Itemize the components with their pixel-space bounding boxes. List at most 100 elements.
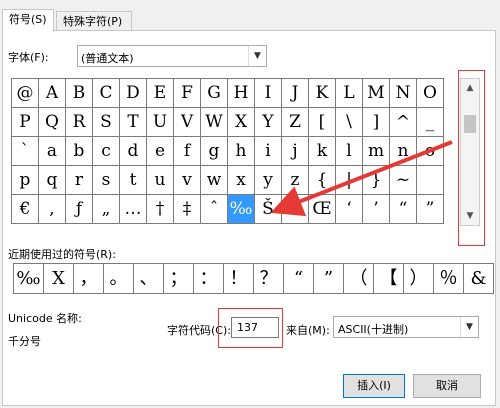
- symbol-cell[interactable]: Š: [255, 195, 282, 224]
- symbol-cell[interactable]: ‘: [336, 195, 363, 224]
- symbol-cell[interactable]: ,: [39, 195, 66, 224]
- symbol-cell[interactable]: W: [201, 108, 228, 137]
- symbol-cell[interactable]: Y: [255, 108, 282, 137]
- symbol-cell[interactable]: ]: [363, 108, 390, 137]
- symbol-cell[interactable]: u: [147, 166, 174, 195]
- symbol-cell[interactable]: i: [255, 137, 282, 166]
- recent-symbol-cell[interactable]: “: [284, 264, 314, 294]
- symbol-cell[interactable]: \: [336, 108, 363, 137]
- symbol-cell[interactable]: k: [309, 137, 336, 166]
- symbol-cell[interactable]: s: [93, 166, 120, 195]
- symbol-cell[interactable]: @: [12, 79, 39, 108]
- symbol-cell[interactable]: }: [363, 166, 390, 195]
- symbol-cell[interactable]: g: [201, 137, 228, 166]
- symbol-cell[interactable]: [: [309, 108, 336, 137]
- recent-symbol-cell[interactable]: 、: [134, 264, 164, 294]
- symbol-cell[interactable]: Z: [282, 108, 309, 137]
- symbol-cell[interactable]: j: [282, 137, 309, 166]
- symbol-cell[interactable]: n: [390, 137, 417, 166]
- symbol-cell[interactable]: `: [12, 137, 39, 166]
- symbol-cell[interactable]: d: [120, 137, 147, 166]
- symbol-cell[interactable]: f: [174, 137, 201, 166]
- insert-button[interactable]: 插入(I): [343, 374, 405, 398]
- recent-symbol-cell[interactable]: ！: [224, 264, 254, 294]
- symbol-cell[interactable]: „: [93, 195, 120, 224]
- recent-symbol-cell[interactable]: ％: [434, 264, 464, 294]
- symbol-cell[interactable]: D: [120, 79, 147, 108]
- symbol-cell[interactable]: R: [66, 108, 93, 137]
- symbol-cell[interactable]: P: [12, 108, 39, 137]
- symbol-cell[interactable]: ~: [390, 166, 417, 195]
- symbol-cell[interactable]: r: [66, 166, 93, 195]
- symbol-cell[interactable]: y: [255, 166, 282, 195]
- symbol-cell[interactable]: ‹: [282, 195, 309, 224]
- chevron-down-icon[interactable]: ▼: [248, 46, 266, 66]
- symbol-cell[interactable]: z: [282, 166, 309, 195]
- symbol-cell[interactable]: K: [309, 79, 336, 108]
- symbol-cell[interactable]: c: [93, 137, 120, 166]
- recent-symbol-cell[interactable]: ：: [194, 264, 224, 294]
- symbol-cell[interactable]: I: [255, 79, 282, 108]
- symbol-cell[interactable]: b: [66, 137, 93, 166]
- symbol-cell[interactable]: F: [174, 79, 201, 108]
- symbol-cell[interactable]: ˆ: [201, 195, 228, 224]
- font-select[interactable]: (普通文本) ▼: [77, 45, 267, 67]
- cancel-button[interactable]: 取消: [413, 374, 481, 398]
- symbol-cell[interactable]: ‡: [174, 195, 201, 224]
- symbol-cell[interactable]: C: [93, 79, 120, 108]
- symbol-cell[interactable]: A: [39, 79, 66, 108]
- symbol-cell[interactable]: ‰: [228, 195, 255, 224]
- recent-symbol-cell[interactable]: &: [464, 264, 494, 294]
- symbol-cell[interactable]: o: [417, 137, 444, 166]
- symbol-cell[interactable]: U: [147, 108, 174, 137]
- from-select[interactable]: ASCII(十进制) ▼: [333, 316, 479, 338]
- symbol-cell[interactable]: G: [201, 79, 228, 108]
- symbol-cell[interactable]: ’: [363, 195, 390, 224]
- symbol-cell[interactable]: E: [147, 79, 174, 108]
- symbol-cell[interactable]: ^: [390, 108, 417, 137]
- symbol-cell[interactable]: J: [282, 79, 309, 108]
- recent-symbol-cell[interactable]: ”: [314, 264, 344, 294]
- symbol-cell[interactable]: H: [228, 79, 255, 108]
- symbol-cell[interactable]: l: [336, 137, 363, 166]
- recent-symbol-cell[interactable]: ‰: [14, 264, 44, 294]
- recent-symbol-cell[interactable]: 【: [374, 264, 404, 294]
- symbol-cell[interactable]: ”: [417, 195, 444, 224]
- symbol-cell[interactable]: M: [363, 79, 390, 108]
- symbol-cell[interactable]: …: [120, 195, 147, 224]
- symbol-cell[interactable]: p: [12, 166, 39, 195]
- symbol-cell[interactable]: t: [120, 166, 147, 195]
- symbol-cell[interactable]: Œ: [309, 195, 336, 224]
- symbol-cell[interactable]: V: [174, 108, 201, 137]
- symbol-cell[interactable]: “: [390, 195, 417, 224]
- recent-symbol-cell[interactable]: ）: [404, 264, 434, 294]
- symbol-cell[interactable]: h: [228, 137, 255, 166]
- recent-symbol-cell[interactable]: （: [344, 264, 374, 294]
- symbol-cell[interactable]: N: [390, 79, 417, 108]
- symbol-cell[interactable]: X: [228, 108, 255, 137]
- symbol-cell[interactable]: Q: [39, 108, 66, 137]
- recent-symbol-cell[interactable]: ；: [164, 264, 194, 294]
- symbol-cell[interactable]: ƒ: [66, 195, 93, 224]
- symbol-cell[interactable]: v: [174, 166, 201, 195]
- symbol-cell[interactable]: w: [201, 166, 228, 195]
- recent-symbol-cell[interactable]: ？: [254, 264, 284, 294]
- symbol-cell[interactable]: †: [147, 195, 174, 224]
- symbol-cell[interactable]: a: [39, 137, 66, 166]
- symbol-cell[interactable]: _: [417, 108, 444, 137]
- symbol-cell[interactable]: S: [93, 108, 120, 137]
- chevron-down-icon[interactable]: ▼: [460, 317, 478, 337]
- symbol-cell[interactable]: m: [363, 137, 390, 166]
- recent-symbol-cell[interactable]: ，: [74, 264, 104, 294]
- symbol-cell[interactable]: {: [309, 166, 336, 195]
- symbol-cell[interactable]: |: [336, 166, 363, 195]
- symbol-cell[interactable]: e: [147, 137, 174, 166]
- symbol-cell[interactable]: O: [417, 79, 444, 108]
- symbol-cell[interactable]: q: [39, 166, 66, 195]
- symbol-cell[interactable]: [417, 166, 444, 195]
- recent-symbol-cell[interactable]: 。: [104, 264, 134, 294]
- symbol-cell[interactable]: B: [66, 79, 93, 108]
- symbol-cell[interactable]: L: [336, 79, 363, 108]
- tab-special-characters[interactable]: 特殊字符(P): [56, 11, 132, 30]
- symbol-cell[interactable]: T: [120, 108, 147, 137]
